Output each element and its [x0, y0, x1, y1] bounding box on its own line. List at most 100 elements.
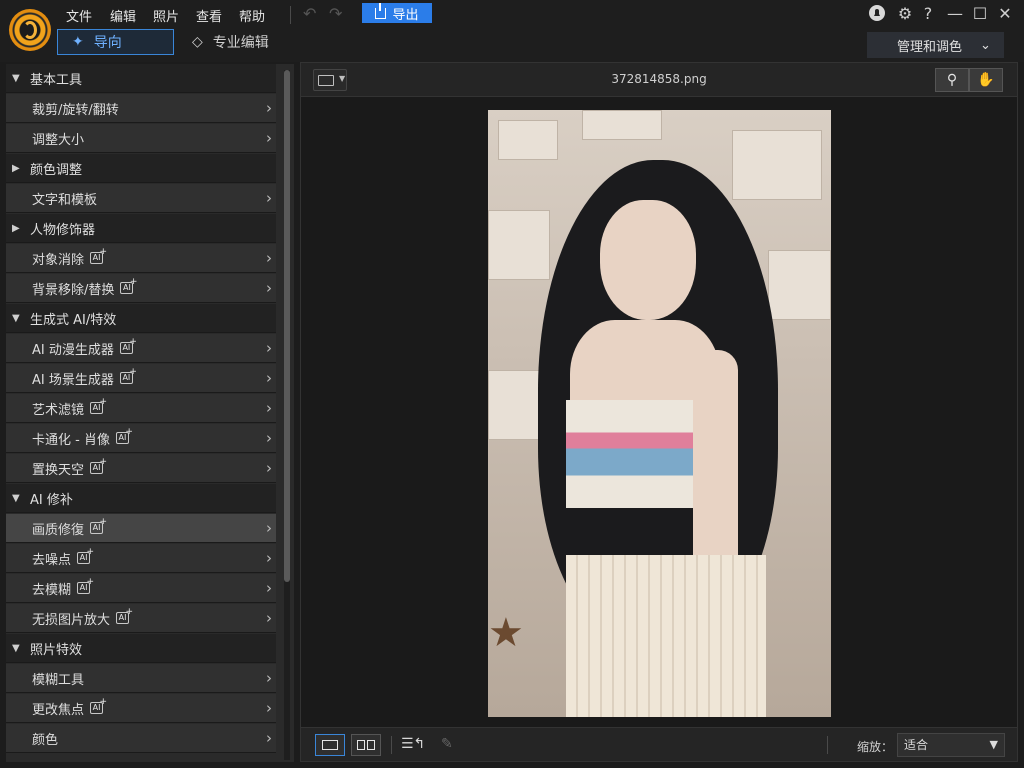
panel-item[interactable]: 颜色 › [6, 724, 276, 753]
wall-photo [498, 120, 558, 160]
zoom-tool-button[interactable]: ⚲ [935, 68, 969, 92]
chevron-right-icon: › [266, 249, 272, 267]
panel-row-label: 卡通化 - 肖像 [32, 432, 110, 448]
panel-row-label: AI 动漫生成器 [32, 342, 114, 358]
panel-section[interactable]: ▼ 基本工具 [6, 64, 276, 93]
figure-skirt [566, 555, 766, 717]
help-icon[interactable]: ? [918, 4, 938, 24]
panel-item[interactable]: 裁剪/旋转/翻转 › [6, 94, 276, 123]
maximize-icon[interactable]: ☐ [970, 4, 990, 24]
chevron-right-icon: › [266, 99, 272, 117]
wall-photo [488, 210, 550, 280]
file-name: 372814858.png [611, 72, 707, 86]
panel-row-label: 颜色调整 [30, 162, 83, 178]
menu-file[interactable]: 文件 [66, 6, 92, 25]
panel-row-label: 基本工具 [30, 72, 83, 88]
compare-view-button[interactable] [351, 734, 381, 756]
panel-section[interactable]: ▶ 人物修饰器 [6, 214, 276, 243]
chevron-right-icon: › [266, 579, 272, 597]
panel-row-label: 去模糊 [32, 582, 72, 598]
mode-pro-tab[interactable]: ◇ 专业编辑 [192, 29, 269, 55]
menu-view[interactable]: 查看 [196, 6, 222, 25]
figure-top [566, 400, 698, 508]
collapse-icon: ▶ [12, 162, 20, 174]
panel-row-label: 更改焦点 [32, 702, 85, 718]
panel-section[interactable]: ▼ AI 修补 [6, 484, 276, 513]
panel-item[interactable]: 去噪点 AI › [6, 544, 276, 573]
panel-scrollbar[interactable] [284, 70, 290, 760]
scrollbar-thumb[interactable] [284, 70, 290, 582]
menu-edit[interactable]: 编辑 [110, 6, 136, 25]
chevron-right-icon: › [266, 699, 272, 717]
panel-item[interactable]: 卡通化 - 肖像 AI › [6, 424, 276, 453]
panel-section[interactable]: ▼ 照片特效 [6, 634, 276, 663]
history-list-button[interactable]: ☰↰ [401, 736, 427, 754]
panel-row-label: 无损图片放大 [32, 612, 111, 628]
ai-badge-icon: AI [90, 397, 107, 414]
redo-icon[interactable]: ↷ [329, 4, 342, 23]
panel-item[interactable]: 画质修復 AI › [6, 514, 276, 543]
layers-icon: ◇ [192, 34, 203, 50]
toolbar-divider [391, 736, 392, 754]
panel-item[interactable]: AI 场景生成器 AI › [6, 364, 276, 393]
panel-item[interactable]: 对象消除 AI › [6, 244, 276, 273]
figure-face [600, 200, 696, 320]
undo-icon[interactable]: ↶ [303, 4, 316, 23]
chevron-right-icon: › [266, 729, 272, 747]
panel-item[interactable]: 调整大小 › [6, 124, 276, 153]
panel-item[interactable]: 去模糊 AI › [6, 574, 276, 603]
bell-icon[interactable] [867, 4, 887, 24]
panel-row-label: 背景移除/替换 [32, 282, 115, 298]
brush-icon: ✎ [441, 736, 453, 752]
ai-badge-icon: AI [90, 697, 107, 714]
chevron-right-icon: › [266, 279, 272, 297]
chevron-right-icon: › [266, 189, 272, 207]
gear-icon[interactable]: ⚙ [895, 4, 915, 24]
magic-wand-icon: ✦ [72, 34, 84, 50]
star-decoration: ★ [488, 610, 524, 656]
chevron-right-icon: › [266, 399, 272, 417]
chevron-down-icon: ⌄ [980, 37, 991, 53]
zoom-select[interactable]: 适合 ▼ [897, 733, 1005, 757]
export-button[interactable]: 导出 [362, 2, 432, 23]
panel-section[interactable]: ▼ 生成式 AI/特效 [6, 304, 276, 333]
wall-photo [732, 130, 822, 200]
single-view-button[interactable] [315, 734, 345, 756]
panel-row-label: 裁剪/旋转/翻转 [32, 102, 119, 118]
panel-item[interactable]: 模糊工具 › [6, 664, 276, 693]
zoom-label: 缩放： [857, 740, 894, 754]
pan-tool-button[interactable]: ✋ [969, 68, 1003, 92]
expand-icon: ▼ [12, 492, 20, 504]
canvas-panel: ▼ 372814858.png ⚲ ✋ ★ ☰↰ ✎ 缩放： 适合 ▼ [300, 62, 1018, 762]
panel-item[interactable]: 文字和模板 › [6, 184, 276, 213]
menu-help[interactable]: 帮助 [239, 6, 265, 25]
panel-item[interactable]: 更改焦点 AI › [6, 694, 276, 723]
minimize-icon[interactable]: — [945, 4, 965, 24]
chevron-right-icon: › [266, 429, 272, 447]
ai-badge-icon: AI [115, 427, 133, 444]
panel-item[interactable]: 艺术滤镜 AI › [6, 394, 276, 423]
panel-row-label: 生成式 AI/特效 [30, 312, 117, 328]
chevron-right-icon: › [266, 129, 272, 147]
panel-item[interactable]: 背景移除/替换 AI › [6, 274, 276, 303]
canvas-toolbar: ▼ 372814858.png ⚲ ✋ [301, 63, 1017, 97]
compare-view-icon [357, 740, 365, 750]
brush-button[interactable]: ✎ [441, 736, 463, 754]
panel-item[interactable]: 无损图片放大 AI › [6, 604, 276, 633]
mode-guide-tab[interactable]: ✦ 导向 [57, 29, 174, 55]
panel-row-label: 文字和模板 [32, 192, 98, 208]
panel-section[interactable]: ▶ 颜色调整 [6, 154, 276, 183]
panel-row-label: 颜色 [32, 732, 59, 748]
close-icon[interactable]: ✕ [995, 4, 1015, 24]
mode-guide-label: 导向 [93, 35, 122, 51]
photo-canvas[interactable]: ★ [488, 110, 831, 717]
panel-row-label: 艺术滤镜 [32, 402, 85, 418]
collapse-icon: ▶ [12, 222, 20, 234]
chevron-right-icon: › [266, 609, 272, 627]
panel-item[interactable]: 置换天空 AI › [6, 454, 276, 483]
manage-and-color-button[interactable]: 管理和调色 ⌄ [867, 32, 1004, 58]
ai-badge-icon: AI [77, 547, 94, 564]
chevron-right-icon: › [266, 339, 272, 357]
panel-item[interactable]: AI 动漫生成器 AI › [6, 334, 276, 363]
menu-photo[interactable]: 照片 [153, 6, 179, 25]
